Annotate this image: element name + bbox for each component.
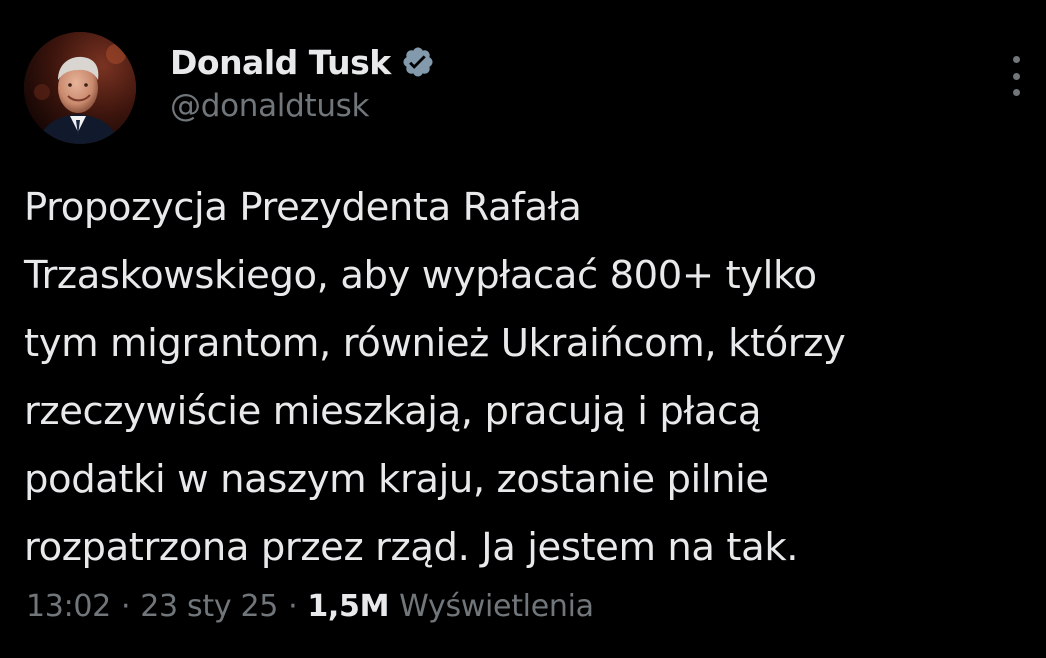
avatar[interactable] xyxy=(24,32,136,144)
more-dot xyxy=(1012,56,1020,63)
tweet-meta: 13:02 · 23 sty 25 · 1,5M Wyświetlenia xyxy=(26,582,594,630)
display-name[interactable]: Donald Tusk xyxy=(170,43,391,82)
tweet-text-line: Propozycja Prezydenta Rafała xyxy=(24,185,582,230)
author-name-row: Donald Tusk xyxy=(170,40,435,84)
tweet-text-line: tym migrantom, również Ukraińcom, którzy xyxy=(24,321,846,366)
verified-badge-icon[interactable] xyxy=(401,45,435,79)
views-label[interactable]: Wyświetlenia xyxy=(399,589,594,624)
author-handle[interactable]: @donaldtusk xyxy=(170,88,369,124)
tweet-date[interactable]: 23 sty 25 xyxy=(140,589,278,624)
avatar-photo xyxy=(24,32,136,144)
more-dot xyxy=(1012,72,1020,80)
more-dot xyxy=(1012,89,1020,96)
tweet: Donald Tusk @donaldtusk Propozycja Prezy… xyxy=(0,0,1046,658)
tweet-text-line: rzeczywiście mieszkają, pracują i płacą xyxy=(24,389,762,434)
meta-separator: · xyxy=(120,588,131,624)
more-options-icon[interactable] xyxy=(1004,56,1028,96)
meta-separator: · xyxy=(288,588,298,624)
tweet-time[interactable]: 13:02 xyxy=(26,589,111,624)
tweet-text-line: rozpatrzona przez rząd. Ja jestem na tak… xyxy=(24,525,799,570)
tweet-text-line: Trzaskowskiego, aby wypłacać 800+ tylko xyxy=(24,253,817,298)
views-count[interactable]: 1,5M xyxy=(307,589,389,624)
tweet-text-line: podatki w naszym kraju, zostanie pilnie xyxy=(24,457,769,502)
tweet-text: Propozycja Prezydenta Rafała Trzaskowski… xyxy=(24,174,1034,582)
